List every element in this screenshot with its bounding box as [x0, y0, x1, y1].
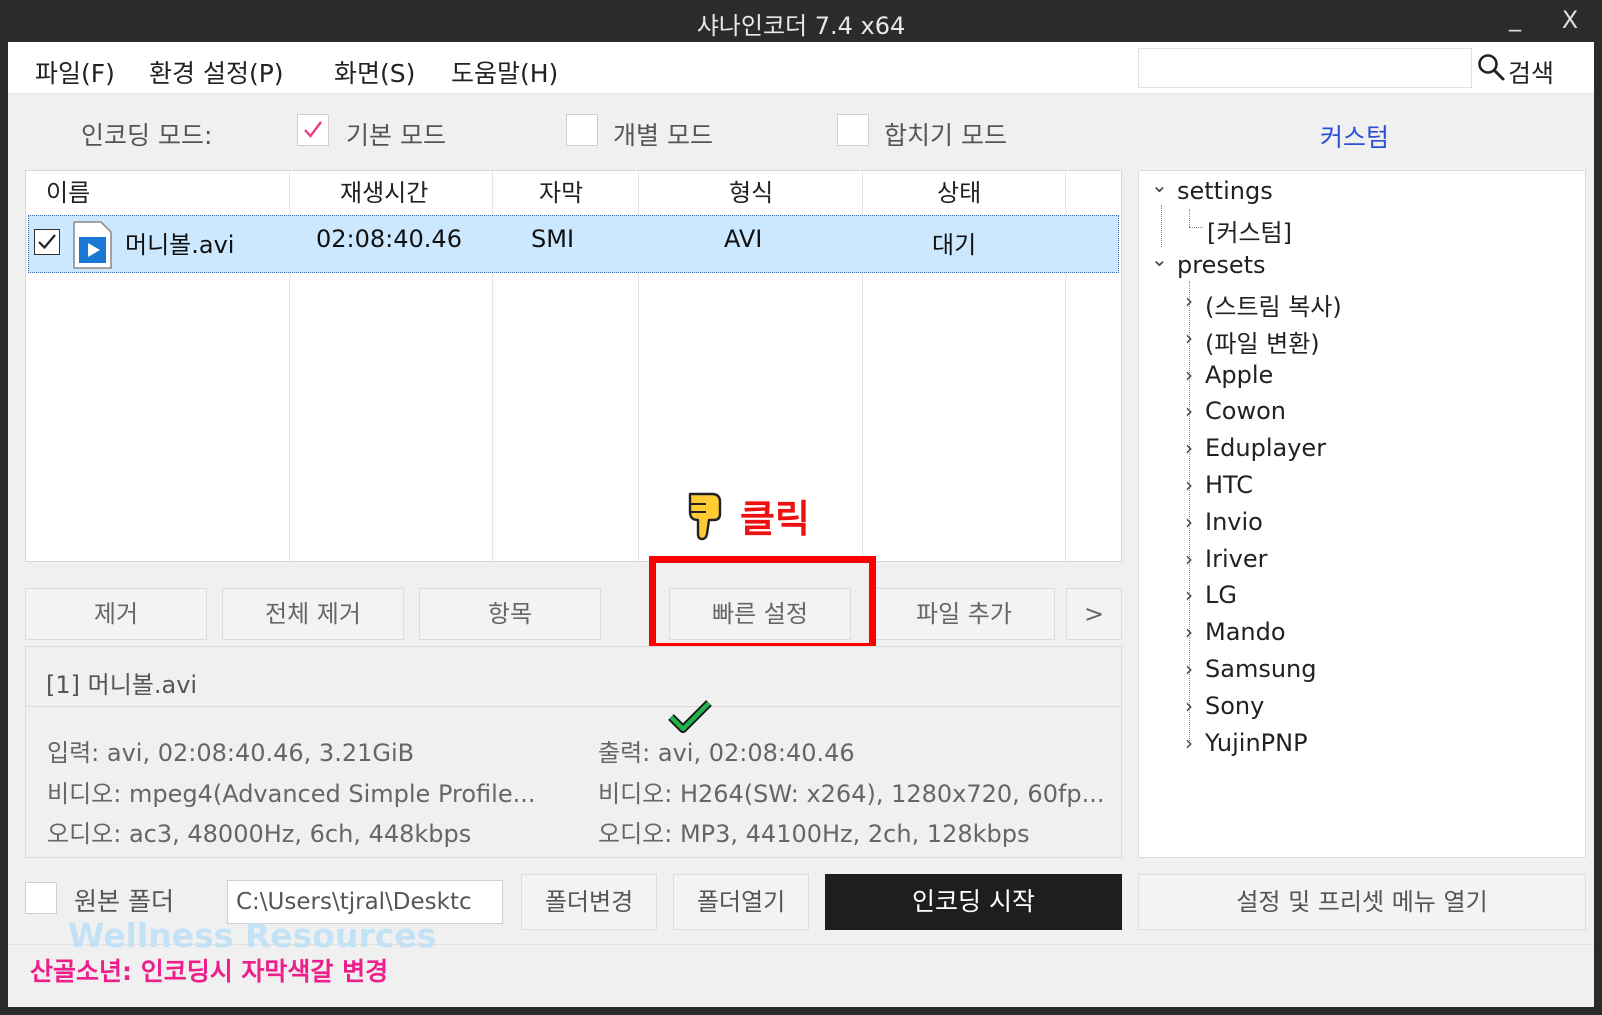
- title-bar[interactable]: 샤나인코더 7.4 x64 _ X: [0, 0, 1602, 42]
- column-header-name[interactable]: 이름: [46, 171, 90, 215]
- output-video-info: 비디오: H264(SW: x264), 1280x720, 60fp...: [598, 780, 1105, 808]
- tree-node-preset[interactable]: Cowon: [1205, 397, 1286, 425]
- open-folder-button[interactable]: 폴더열기: [673, 874, 809, 930]
- input-video-info: 비디오: mpeg4(Advanced Simple Profile...: [47, 780, 536, 808]
- window-title: 샤나인코더 7.4 x64: [696, 12, 906, 40]
- pink-check-icon: [304, 121, 322, 138]
- individual-mode-checkbox[interactable]: [566, 114, 598, 146]
- minimize-button[interactable]: _: [1500, 4, 1530, 32]
- client-area: 파일(F) 환경 설정(P) 화면(S) 도움말(H) 검색 인코딩 모드: 기…: [8, 42, 1594, 1007]
- file-name: 머니볼.avi: [125, 231, 235, 259]
- tree-collapsed-chevron-icon[interactable]: ›: [1185, 436, 1193, 460]
- tree-node-preset[interactable]: HTC: [1205, 471, 1253, 499]
- tree-node-preset[interactable]: Invio: [1205, 508, 1263, 536]
- more-button[interactable]: >: [1066, 588, 1122, 640]
- merge-mode-label: 합치기 모드: [884, 121, 1007, 150]
- menu-view[interactable]: 화면(S): [334, 54, 415, 90]
- file-status: 대기: [932, 231, 977, 259]
- source-folder-checkbox[interactable]: [25, 882, 57, 914]
- basic-mode-label: 기본 모드: [346, 121, 446, 150]
- tree-line: [1161, 205, 1162, 247]
- menu-help[interactable]: 도움말(H): [451, 54, 558, 90]
- column-header-subtitle[interactable]: 자막: [539, 171, 583, 215]
- input-info: 입력: avi, 02:08:40.46, 3.21GiB: [47, 739, 415, 767]
- tree-node-preset[interactable]: Mando: [1205, 618, 1286, 646]
- tree-expand-icon[interactable]: ⌄: [1151, 247, 1168, 271]
- add-file-button[interactable]: 파일 추가: [873, 588, 1055, 640]
- tree-node-settings[interactable]: settings: [1177, 177, 1273, 205]
- tree-node-preset[interactable]: Sony: [1205, 692, 1264, 720]
- click-highlight-box: [649, 556, 876, 650]
- tree-collapsed-chevron-icon[interactable]: ›: [1185, 289, 1193, 313]
- tree-line: [1189, 209, 1190, 227]
- tree-node-preset[interactable]: Apple: [1205, 361, 1273, 389]
- video-file-icon: [73, 221, 112, 269]
- check-icon: [38, 234, 56, 250]
- open-settings-menu-button[interactable]: 설정 및 프리셋 메뉴 열기: [1138, 874, 1586, 930]
- encoder-window: 샤나인코더 7.4 x64 _ X 파일(F) 환경 설정(P) 화면(S) 도…: [0, 0, 1602, 1015]
- tree-node-preset[interactable]: Eduplayer: [1205, 434, 1326, 462]
- tree-node-preset[interactable]: LG: [1205, 581, 1237, 609]
- click-annotation: 클릭: [740, 497, 810, 541]
- tree-node-preset[interactable]: (스트림 복사): [1205, 287, 1342, 322]
- row-checkbox[interactable]: [34, 229, 60, 255]
- tree-node-custom[interactable]: [커스텀]: [1207, 213, 1292, 248]
- tree-collapsed-chevron-icon[interactable]: ›: [1185, 326, 1193, 350]
- output-audio-info: 오디오: MP3, 44100Hz, 2ch, 128kbps: [598, 820, 1030, 848]
- search-icon[interactable]: [1476, 52, 1506, 82]
- info-title-bar: [1] 머니볼.avi: [26, 647, 1121, 707]
- file-format: AVI: [724, 225, 763, 253]
- change-folder-button[interactable]: 폴더변경: [521, 874, 657, 930]
- tree-collapsed-chevron-icon[interactable]: ›: [1185, 731, 1193, 755]
- tree-node-presets[interactable]: presets: [1177, 251, 1266, 279]
- tree-node-preset[interactable]: Iriver: [1205, 545, 1267, 573]
- status-text: 산골소년: 인코딩시 자막색갈 변경: [30, 957, 389, 986]
- info-title: [1] 머니볼.avi: [46, 671, 198, 699]
- search-button[interactable]: 검색: [1508, 54, 1554, 90]
- merge-mode-checkbox[interactable]: [837, 114, 869, 146]
- menu-bar: 파일(F) 환경 설정(P) 화면(S) 도움말(H) 검색: [8, 42, 1594, 94]
- preset-tree[interactable]: ⌄ settings [커스텀] ⌄ presets › (스트림 복사) › (파일 변환) ›…: [1138, 170, 1586, 858]
- tree-node-preset[interactable]: YujinPNP: [1205, 729, 1308, 757]
- menu-file[interactable]: 파일(F): [35, 54, 115, 90]
- source-folder-label: 원본 폴더: [74, 887, 174, 916]
- tree-node-preset[interactable]: Samsung: [1205, 655, 1316, 683]
- custom-link[interactable]: 커스텀: [1320, 118, 1389, 154]
- column-header-format[interactable]: 형식: [729, 171, 773, 215]
- basic-mode-checkbox[interactable]: [297, 114, 329, 146]
- column-header-duration[interactable]: 재생시간: [340, 171, 428, 215]
- column-header-status[interactable]: 상태: [937, 171, 981, 215]
- remove-all-button[interactable]: 전체 제거: [222, 588, 404, 640]
- file-duration: 02:08:40.46: [316, 225, 462, 253]
- items-button[interactable]: 항목: [419, 588, 601, 640]
- tree-line: [1189, 227, 1203, 228]
- individual-mode-label: 개별 모드: [613, 121, 713, 150]
- tree-collapsed-chevron-icon[interactable]: ›: [1185, 620, 1193, 644]
- remove-button[interactable]: 제거: [25, 588, 207, 640]
- file-info-panel: [1] 머니볼.avi 입력: avi, 02:08:40.46, 3.21Gi…: [25, 646, 1122, 858]
- file-subtitle: SMI: [531, 225, 575, 253]
- close-button[interactable]: X: [1555, 6, 1585, 34]
- tree-collapsed-chevron-icon[interactable]: ›: [1185, 473, 1193, 497]
- encoding-mode-label: 인코딩 모드:: [81, 121, 213, 150]
- green-check-icon: [668, 700, 712, 733]
- tree-collapsed-chevron-icon[interactable]: ›: [1185, 657, 1193, 681]
- tree-collapsed-chevron-icon[interactable]: ›: [1185, 547, 1193, 571]
- pointing-hand-icon: [688, 492, 722, 541]
- watermark: Wellness Resources: [68, 916, 437, 955]
- tree-collapsed-chevron-icon[interactable]: ›: [1185, 399, 1193, 423]
- tree-collapsed-chevron-icon[interactable]: ›: [1185, 583, 1193, 607]
- input-audio-info: 오디오: ac3, 48000Hz, 6ch, 448kbps: [47, 820, 472, 848]
- tree-collapsed-chevron-icon[interactable]: ›: [1185, 510, 1193, 534]
- file-list[interactable]: 이름 재생시간 자막 형식 상태 머니볼.avi 02:08:40.46 SMI…: [25, 170, 1122, 562]
- menu-settings[interactable]: 환경 설정(P): [149, 54, 284, 90]
- tree-collapsed-chevron-icon[interactable]: ›: [1185, 694, 1193, 718]
- search-input[interactable]: [1138, 48, 1472, 88]
- start-encoding-button[interactable]: 인코딩 시작: [825, 874, 1122, 930]
- output-info: 출력: avi, 02:08:40.46: [598, 739, 855, 767]
- tree-expand-icon[interactable]: ⌄: [1151, 173, 1168, 197]
- tree-node-preset[interactable]: (파일 변환): [1205, 324, 1320, 359]
- tree-collapsed-chevron-icon[interactable]: ›: [1185, 363, 1193, 387]
